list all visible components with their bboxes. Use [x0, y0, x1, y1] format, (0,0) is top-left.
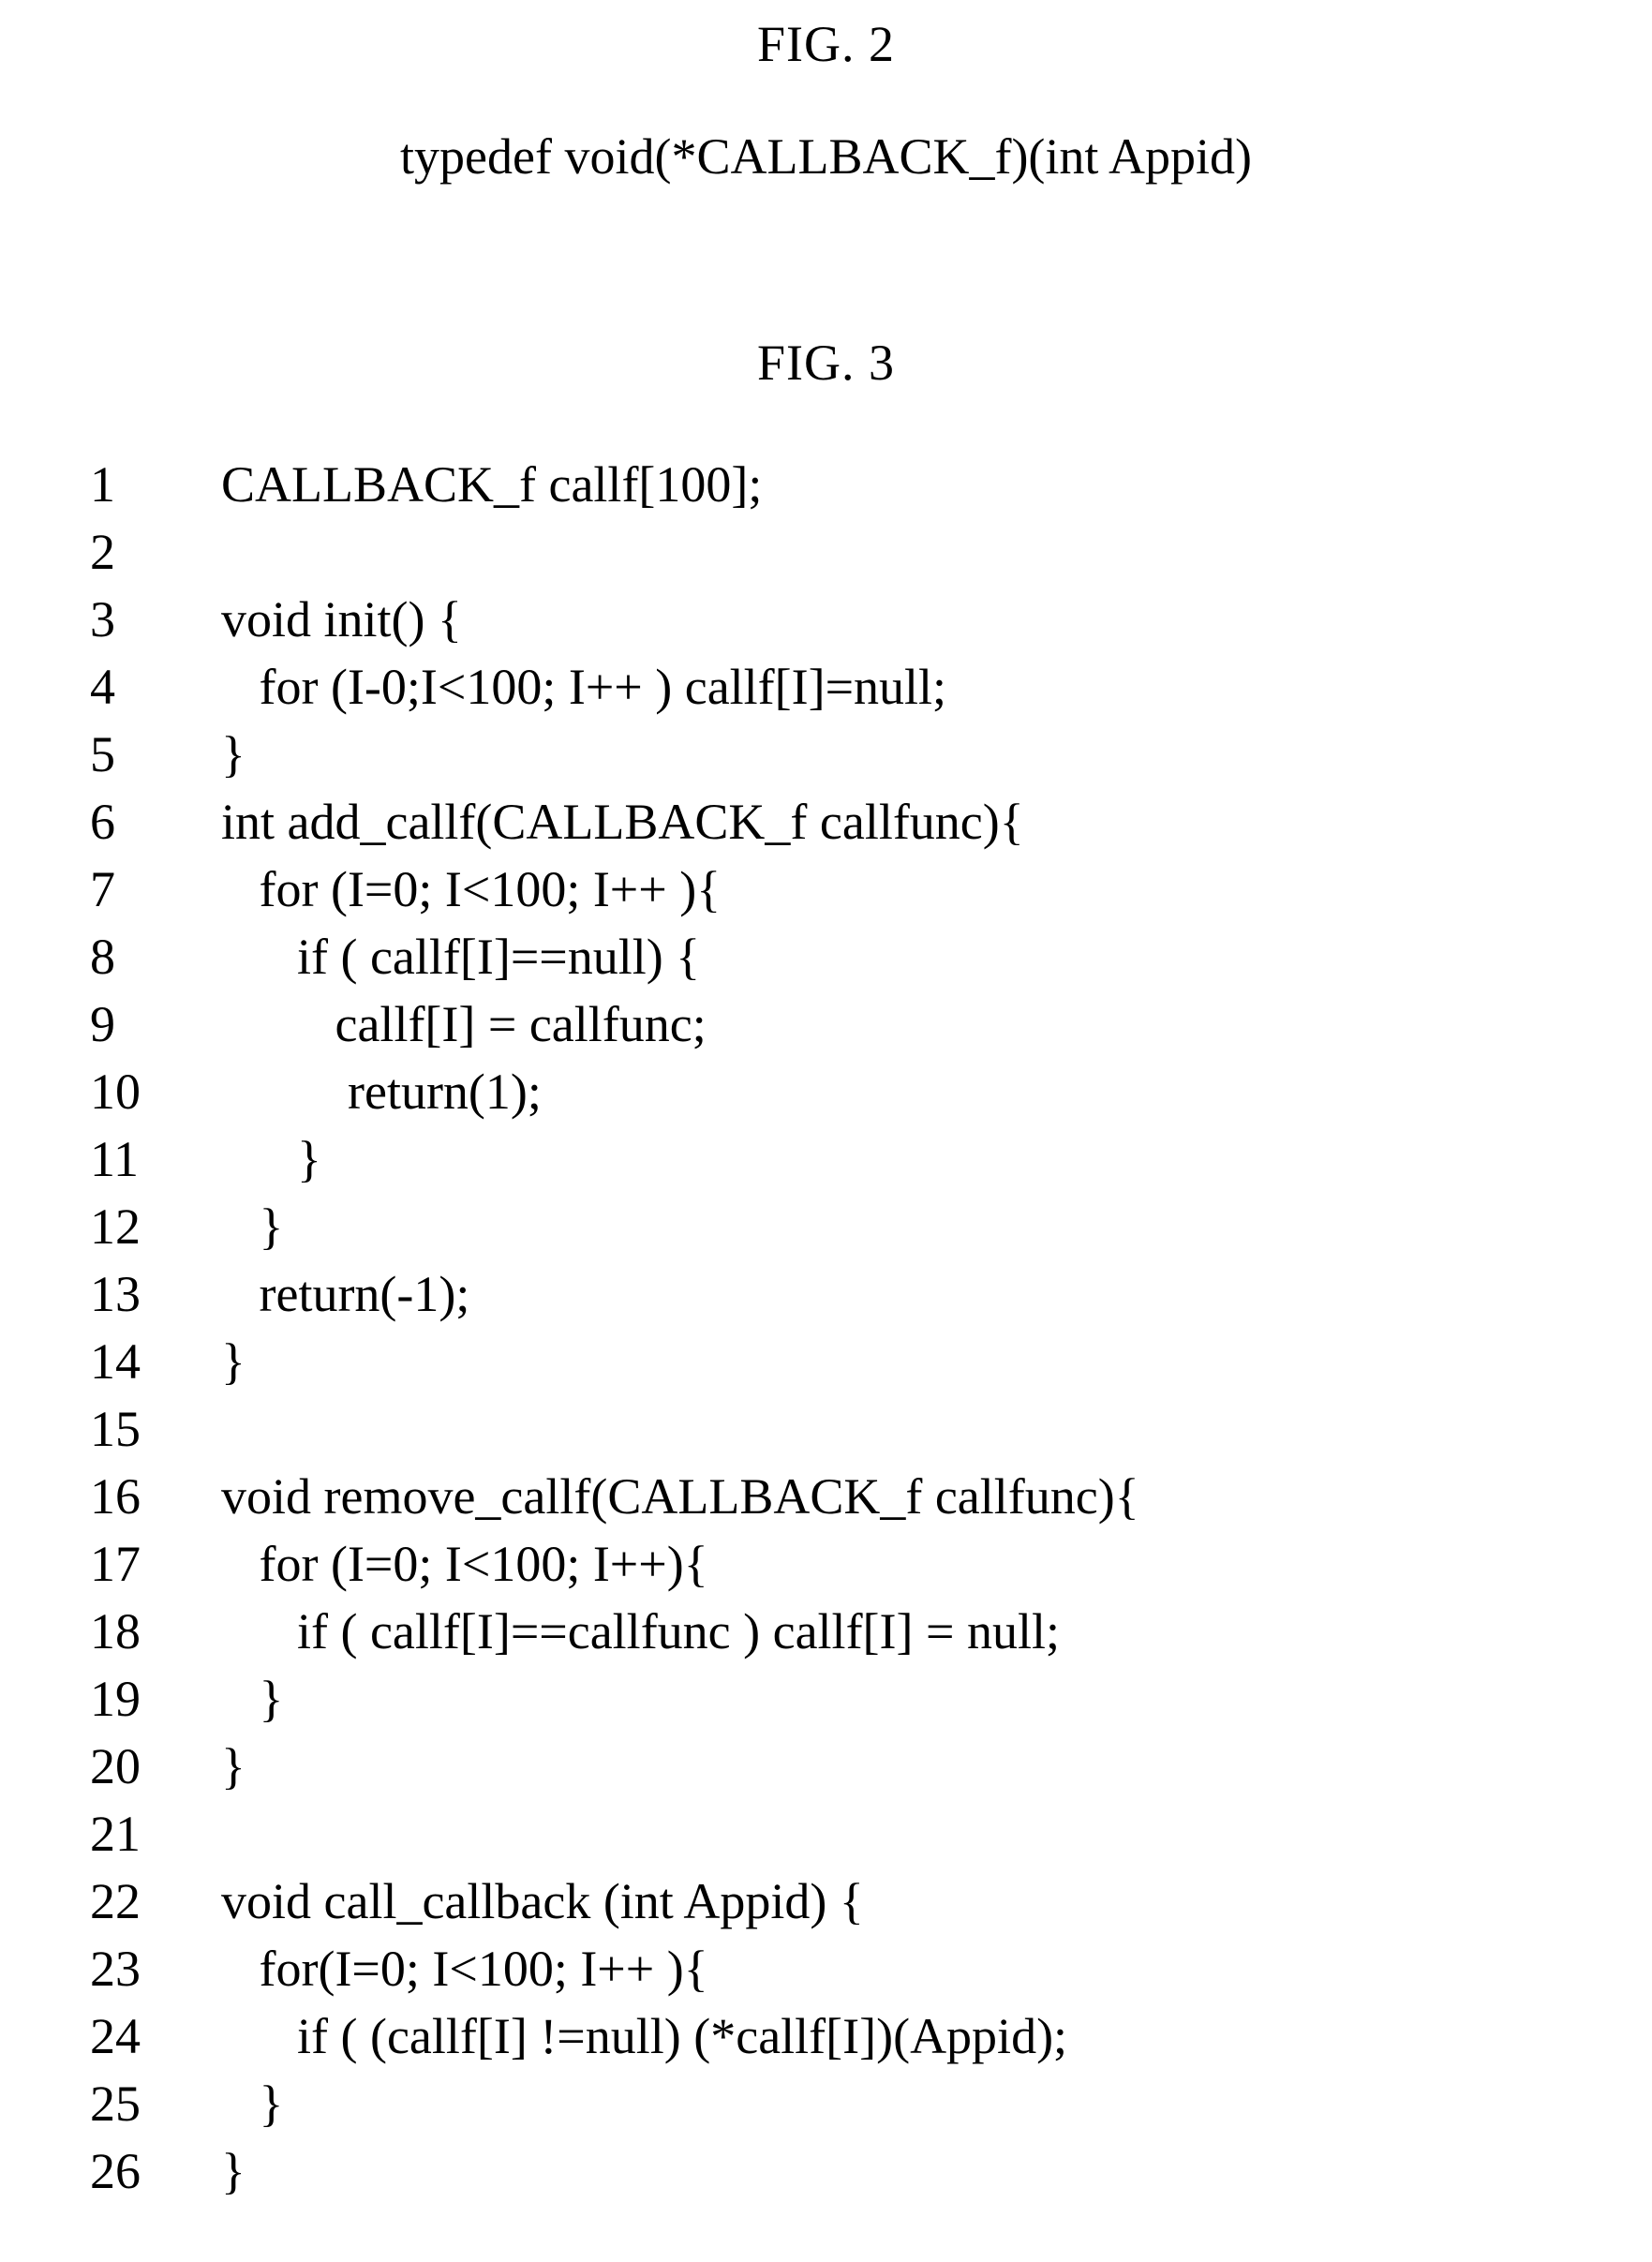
- code-text: if ( callf[I]==null) {: [221, 931, 1565, 982]
- line-number: 15: [84, 1404, 221, 1454]
- code-line: 1CALLBACK_f callf[100];: [84, 459, 1565, 527]
- figure-3-code-listing: 1CALLBACK_f callf[100];23void init() {4 …: [84, 459, 1565, 2213]
- code-line: 23 for(I=0; I<100; I++ ){: [84, 1943, 1565, 2011]
- line-number: 13: [84, 1269, 221, 1319]
- line-number: 26: [84, 2146, 221, 2196]
- line-number: 23: [84, 1943, 221, 1994]
- code-line: 13 return(-1);: [84, 1269, 1565, 1336]
- line-number: 4: [84, 662, 221, 712]
- code-line: 8 if ( callf[I]==null) {: [84, 931, 1565, 999]
- line-number: 1: [84, 459, 221, 510]
- line-number: 9: [84, 999, 221, 1049]
- code-text: int add_callf(CALLBACK_f callfunc){: [221, 796, 1565, 847]
- figure-2-typedef-text: typedef void(*CALLBACK_f)(int Appid): [0, 131, 1652, 182]
- line-number: 11: [84, 1134, 221, 1184]
- code-text: }: [221, 2078, 1565, 2129]
- code-line: 26}: [84, 2146, 1565, 2213]
- code-line: 15: [84, 1404, 1565, 1471]
- code-text: }: [221, 1201, 1565, 1252]
- line-number: 16: [84, 1471, 221, 1522]
- code-text: for (I-0;I<100; I++ ) callf[I]=null;: [221, 662, 1565, 712]
- code-text: }: [221, 1674, 1565, 1724]
- code-line: 22void call_callback (int Appid) {: [84, 1876, 1565, 1943]
- line-number: 14: [84, 1336, 221, 1387]
- line-number: 3: [84, 594, 221, 645]
- code-line: 10 return(1);: [84, 1066, 1565, 1134]
- line-number: 19: [84, 1674, 221, 1724]
- line-number: 18: [84, 1606, 221, 1657]
- line-number: 6: [84, 796, 221, 847]
- code-text: }: [221, 729, 1565, 780]
- line-number: 24: [84, 2011, 221, 2061]
- code-text: void init() {: [221, 594, 1565, 645]
- line-number: 10: [84, 1066, 221, 1117]
- line-number: 20: [84, 1741, 221, 1792]
- code-text: }: [221, 1741, 1565, 1792]
- line-number: 12: [84, 1201, 221, 1252]
- line-number: 5: [84, 729, 221, 780]
- code-text: void call_callback (int Appid) {: [221, 1876, 1565, 1927]
- code-line: 7 for (I=0; I<100; I++ ){: [84, 864, 1565, 931]
- code-text: void remove_callf(CALLBACK_f callfunc){: [221, 1471, 1565, 1522]
- code-line: 16void remove_callf(CALLBACK_f callfunc)…: [84, 1471, 1565, 1539]
- line-number: 21: [84, 1808, 221, 1859]
- figure-3-title: FIG. 3: [0, 337, 1652, 388]
- code-text: if ( (callf[I] !=null) (*callf[I])(Appid…: [221, 2011, 1565, 2061]
- code-line: 24 if ( (callf[I] !=null) (*callf[I])(Ap…: [84, 2011, 1565, 2078]
- code-line: 3void init() {: [84, 594, 1565, 662]
- code-text: return(1);: [221, 1066, 1565, 1117]
- code-line: 6int add_callf(CALLBACK_f callfunc){: [84, 796, 1565, 864]
- code-line: 2: [84, 527, 1565, 594]
- line-number: 2: [84, 527, 221, 577]
- code-text: }: [221, 2146, 1565, 2196]
- page: FIG. 2 typedef void(*CALLBACK_f)(int App…: [0, 0, 1652, 2262]
- code-text: if ( callf[I]==callfunc ) callf[I] = nul…: [221, 1606, 1565, 1657]
- line-number: 8: [84, 931, 221, 982]
- code-line: 4 for (I-0;I<100; I++ ) callf[I]=null;: [84, 662, 1565, 729]
- code-text: for(I=0; I<100; I++ ){: [221, 1943, 1565, 1994]
- code-line: 20}: [84, 1741, 1565, 1808]
- code-text: callf[I] = callfunc;: [221, 999, 1565, 1049]
- code-text: }: [221, 1336, 1565, 1387]
- code-line: 19 }: [84, 1674, 1565, 1741]
- code-line: 17 for (I=0; I<100; I++){: [84, 1539, 1565, 1606]
- code-line: 11 }: [84, 1134, 1565, 1201]
- code-line: 9 callf[I] = callfunc;: [84, 999, 1565, 1066]
- code-line: 21: [84, 1808, 1565, 1876]
- line-number: 25: [84, 2078, 221, 2129]
- code-text: return(-1);: [221, 1269, 1565, 1319]
- code-text: for (I=0; I<100; I++ ){: [221, 864, 1565, 915]
- code-line: 14}: [84, 1336, 1565, 1404]
- figure-2-title: FIG. 2: [0, 19, 1652, 69]
- line-number: 22: [84, 1876, 221, 1927]
- line-number: 17: [84, 1539, 221, 1589]
- code-line: 18 if ( callf[I]==callfunc ) callf[I] = …: [84, 1606, 1565, 1674]
- code-text: }: [221, 1134, 1565, 1184]
- code-line: 5}: [84, 729, 1565, 796]
- code-line: 25 }: [84, 2078, 1565, 2146]
- code-text: for (I=0; I<100; I++){: [221, 1539, 1565, 1589]
- code-text: CALLBACK_f callf[100];: [221, 459, 1565, 510]
- code-line: 12 }: [84, 1201, 1565, 1269]
- line-number: 7: [84, 864, 221, 915]
